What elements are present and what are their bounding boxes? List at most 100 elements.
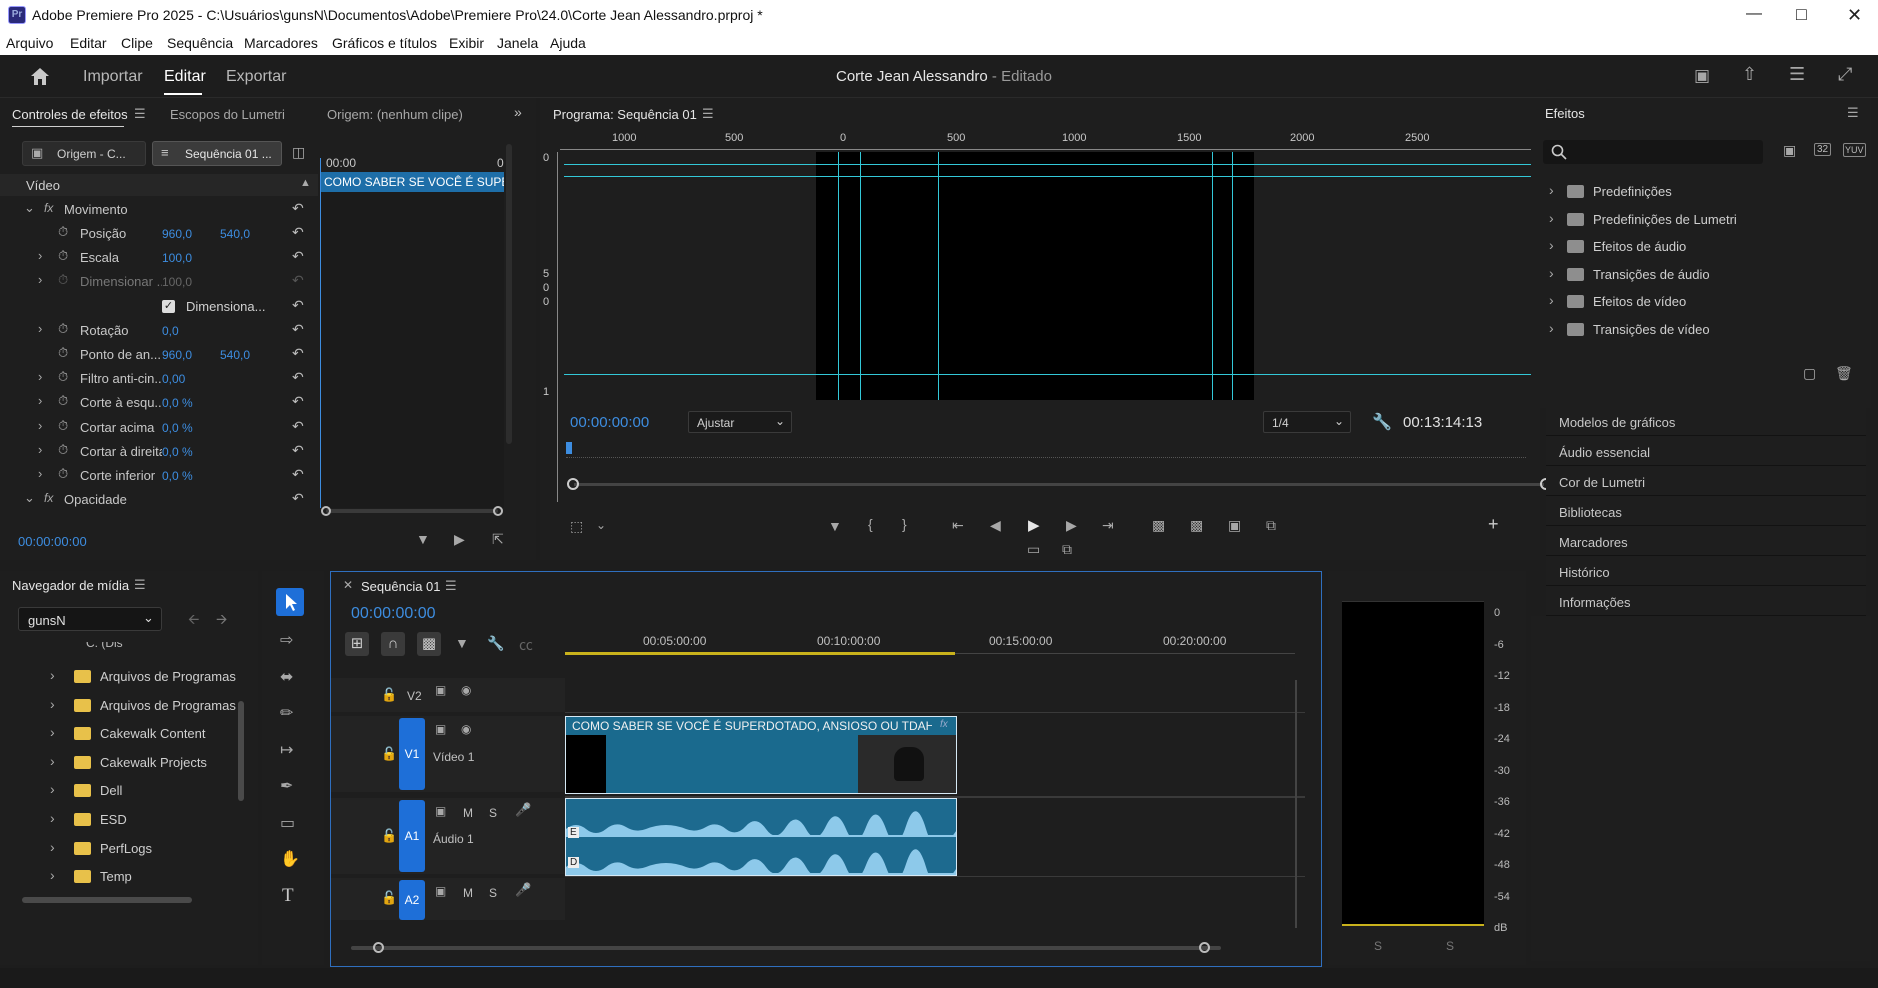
effects-folder-item[interactable]: › Predefinições de Lumetri [1549, 210, 1849, 232]
effects-folder-item[interactable]: › Transições de áudio [1549, 265, 1849, 287]
stopwatch-icon[interactable]: ⏱ [58, 248, 68, 264]
home-icon[interactable] [28, 65, 52, 87]
property-value-2[interactable]: 540,0 [220, 227, 250, 241]
lock-icon[interactable]: 🔓 [381, 828, 397, 844]
work-area-bar[interactable] [565, 652, 955, 655]
snap-icon[interactable]: ∩ [381, 632, 405, 656]
program-zoom-scrollbar[interactable] [574, 483, 1544, 486]
media-folder-item[interactable]: › Dell [50, 781, 240, 803]
media-browser-h-scrollbar[interactable] [22, 897, 192, 903]
media-folder-item[interactable]: › Cakewalk Content [50, 724, 240, 746]
property-value[interactable]: 0,0 % [162, 396, 193, 410]
drive-item[interactable]: C: (Disco local) [42, 642, 123, 650]
timeline-v-scrollbar[interactable] [1295, 680, 1297, 928]
reset-icon[interactable]: ↶ [292, 272, 304, 289]
track-select-tool-icon[interactable]: ⇨ [280, 630, 293, 650]
program-timeline-ruler[interactable] [566, 444, 1526, 458]
stopwatch-icon[interactable]: ⏱ [58, 345, 68, 361]
location-dropdown[interactable]: gunsN ⌄ [18, 607, 162, 631]
accelerated-effects-icon[interactable]: ▣ [1783, 142, 1796, 159]
ec-timecode[interactable]: 00:00:00:00 [18, 534, 87, 549]
chevron-right-icon[interactable]: › [38, 393, 42, 408]
export-frame-icon[interactable]: ⇱ [492, 531, 504, 548]
tab-lumetri-scopes[interactable]: Escopos do Lumetri [170, 107, 285, 122]
toggle-sync-icon[interactable]: ▣ [435, 884, 446, 898]
menu-ajuda[interactable]: Ajuda [550, 35, 586, 51]
microphone-icon[interactable]: 🎤 [515, 802, 531, 818]
ec-clip-bar[interactable]: COMO SABER SE VOCÊ É SUPERDOTADO [320, 172, 504, 192]
chevron-right-icon[interactable]: › [38, 369, 42, 384]
program-playhead[interactable] [566, 442, 572, 454]
trash-icon[interactable]: 🗑 [1835, 365, 1853, 382]
tab-effect-controls[interactable]: Controles de efeitos [12, 107, 128, 122]
go-to-out-icon[interactable]: ⇥ [1102, 517, 1114, 534]
stopwatch-icon[interactable]: ⏱ [58, 272, 68, 288]
mute-button[interactable]: M [463, 806, 473, 820]
reset-icon[interactable]: ↶ [292, 321, 304, 338]
reset-icon[interactable]: ↶ [292, 248, 304, 265]
stopwatch-icon[interactable]: ⏱ [58, 418, 68, 434]
chevron-down-icon[interactable]: ⌄ [24, 200, 35, 216]
chevron-right-icon[interactable]: › [38, 321, 42, 336]
chevron-down-icon[interactable]: ⌄ [596, 518, 606, 532]
property-value[interactable]: 100,0 [162, 251, 192, 265]
nest-toggle-icon[interactable]: ⊞ [345, 632, 369, 656]
stopwatch-icon[interactable]: ⏱ [58, 321, 68, 337]
mark-in-icon[interactable]: { [868, 516, 873, 532]
lock-icon[interactable]: 🔓 [381, 746, 397, 762]
forward-icon[interactable]: 🡪 [216, 609, 227, 633]
property-value[interactable]: 0,0 % [162, 421, 193, 435]
eye-icon[interactable]: ◉ [461, 722, 471, 736]
yuv-effects-icon[interactable]: YUV [1843, 143, 1866, 157]
safe-margins-icon[interactable]: ⬚ [570, 518, 583, 535]
stopwatch-icon[interactable]: ⏱ [58, 369, 68, 385]
reset-icon[interactable]: ↶ [292, 466, 304, 483]
32bit-effects-icon[interactable]: 32 [1814, 143, 1832, 156]
tab-menu-icon[interactable]: ☰ [134, 106, 146, 122]
menu-sequencia[interactable]: Sequência [167, 35, 233, 51]
rectangle-tool-icon[interactable]: ▭ [280, 813, 295, 833]
collapsed-panel-tab[interactable]: Bibliotecas [1546, 496, 1866, 526]
property-value[interactable]: 0,00 [162, 372, 185, 386]
lock-icon[interactable]: 🔓 [381, 687, 397, 703]
collapsed-panel-tab[interactable]: Histórico [1546, 556, 1866, 586]
solo-right-button[interactable]: S [1446, 939, 1454, 953]
ec-vertical-scrollbar[interactable] [506, 144, 512, 444]
effects-folder-item[interactable]: › Predefinições [1549, 182, 1849, 204]
menu-marcadores[interactable]: Marcadores [244, 35, 318, 51]
audio-clip[interactable]: E D [565, 798, 957, 876]
more-tabs-icon[interactable]: » [514, 104, 522, 120]
effects-menu-icon[interactable]: ☰ [1847, 105, 1859, 121]
reset-icon[interactable]: ↶ [292, 345, 304, 362]
program-video-frame[interactable] [816, 152, 1254, 400]
multicam-icon[interactable]: ⧉ [1062, 541, 1072, 558]
media-folder-item[interactable]: › Temp [50, 867, 240, 889]
button-editor-icon[interactable]: + [1488, 514, 1499, 535]
property-value[interactable]: 960,0 [162, 348, 192, 362]
stopwatch-icon[interactable]: ⏱ [58, 393, 68, 409]
property-value-2[interactable]: 540,0 [220, 348, 250, 362]
selection-tool[interactable] [276, 588, 304, 616]
media-browser-v-scrollbar[interactable] [238, 701, 244, 801]
property-value[interactable]: 960,0 [162, 227, 192, 241]
close-icon[interactable]: ✕ [1847, 5, 1862, 26]
pen-tool-icon[interactable]: ✒ [280, 776, 293, 796]
comparison-view-icon[interactable]: ⧉ [1266, 517, 1276, 534]
ec-playhead[interactable] [320, 158, 321, 508]
collapsed-panel-tab[interactable]: Informações [1546, 586, 1866, 616]
chevron-right-icon[interactable]: › [38, 272, 42, 287]
fullscreen-icon[interactable]: ⤢ [1838, 64, 1852, 85]
lock-icon[interactable]: 🔓 [381, 890, 397, 906]
menu-editar[interactable]: Editar [70, 35, 107, 51]
toggle-sync-icon[interactable]: ▣ [435, 722, 446, 736]
razor-tool-icon[interactable]: ✏ [280, 703, 293, 723]
go-to-in-icon[interactable]: ⇤ [952, 517, 964, 534]
chevron-down-icon[interactable]: ⌄ [24, 490, 35, 506]
stopwatch-icon[interactable]: ⏱ [58, 442, 68, 458]
step-back-icon[interactable]: ◀ [990, 517, 1001, 534]
timeline-ruler[interactable]: 00:05:00:00 00:10:00:00 00:15:00:00 00:2… [565, 624, 1295, 654]
stopwatch-icon[interactable]: ⏱ [58, 466, 68, 482]
timeline-settings-icon[interactable]: 🔧 [487, 635, 504, 652]
wrench-icon[interactable]: 🔧 [1372, 412, 1392, 432]
solo-button[interactable]: S [489, 886, 497, 900]
